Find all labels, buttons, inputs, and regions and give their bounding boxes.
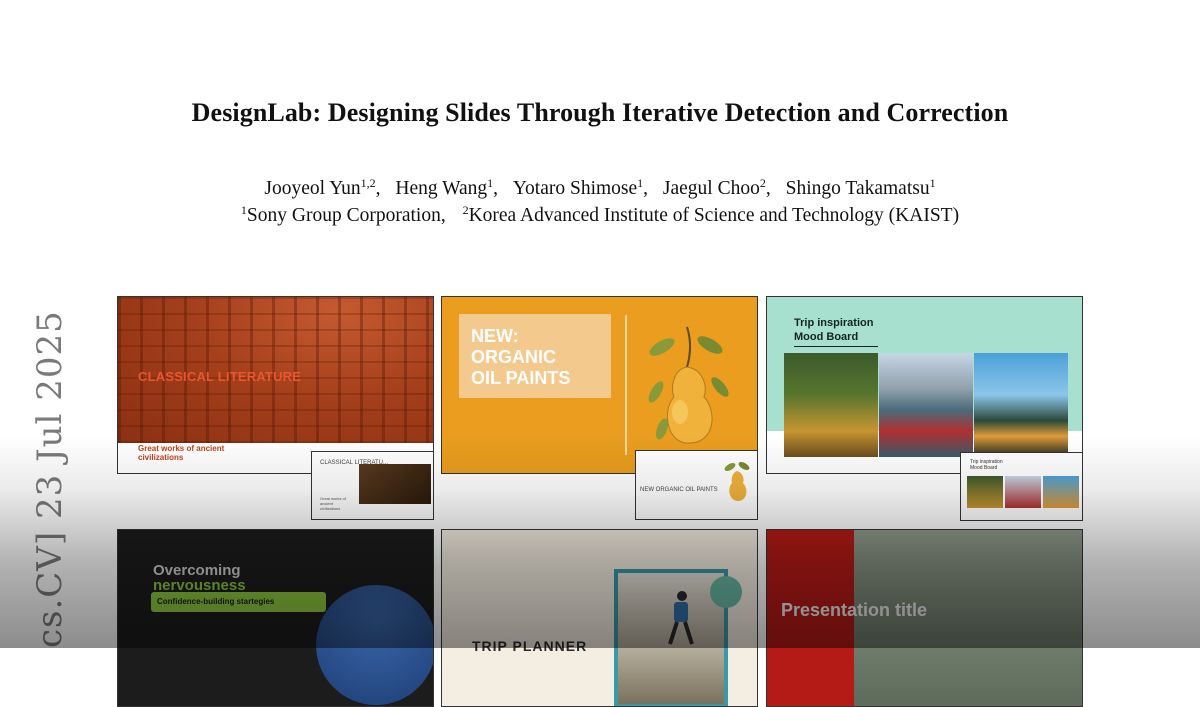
affiliation: 1Sony Group Corporation, <box>240 203 446 226</box>
author: Shingo Takamatsu1 <box>785 176 936 199</box>
thumbnail-title: Trip inspiration Mood Board <box>970 459 1003 471</box>
slide-trip-mood-board: Trip inspiration Mood Board <box>766 296 1083 474</box>
slide-trip-planner: TRIP PLANNER <box>441 529 758 707</box>
library-image <box>359 464 431 504</box>
corrected-thumbnail: CLASSICAL LITERATU... Great works of anc… <box>311 451 434 520</box>
author: Heng Wang1, <box>395 176 499 199</box>
corrected-thumbnail: NEW ORGANIC OIL PAINTS <box>635 450 758 520</box>
corrected-thumbnail: Trip inspiration Mood Board <box>960 452 1083 521</box>
author-list: Jooyeol Yun1,2, Heng Wang1, Yotaro Shimo… <box>0 176 1200 200</box>
photo-hiker <box>784 353 878 457</box>
pear-illustration-icon <box>648 326 729 444</box>
paper-title: DesignLab: Designing Slides Through Iter… <box>191 98 1009 127</box>
slide-title: Trip inspiration Mood Board <box>794 317 874 343</box>
photo-a-frame-cabin <box>974 353 1068 457</box>
hiker-icon <box>668 591 694 645</box>
photo-lake-canoes <box>1005 476 1041 508</box>
affiliation-list: 1Sony Group Corporation, 2Korea Advanced… <box>0 203 1200 227</box>
pear-illustration-icon <box>724 462 750 501</box>
slide-title: NEW: ORGANIC OIL PAINTS <box>471 326 571 388</box>
photo-a-frame-cabin <box>1043 476 1079 508</box>
subtitle-pill: Confidence-building startegies <box>151 592 326 612</box>
arxiv-stamp: cs.CV] 23 Jul 2025 <box>30 310 70 648</box>
author: Yotaro Shimose1, <box>512 176 649 199</box>
slide-organic-oil-paints: NEW: ORGANIC OIL PAINTS <box>441 296 758 474</box>
slide-classical-literature: CLASSICAL LITERATURE Great works of anci… <box>117 296 434 474</box>
title-underline <box>794 346 878 347</box>
slide-title: TRIP PLANNER <box>472 638 588 654</box>
affiliation: 2Korea Advanced Institute of Science and… <box>462 203 960 226</box>
photo-hiker <box>967 476 1003 508</box>
title-box: NEW: ORGANIC OIL PAINTS <box>459 314 611 398</box>
slide-overcoming-nervousness: Overcoming nervousness Confidence-buildi… <box>117 529 434 707</box>
slide-presentation-title: Presentation title <box>766 529 1083 707</box>
slide-title: CLASSICAL LITERATURE <box>138 369 302 384</box>
divider <box>625 315 627 455</box>
slide-subtitle: Great works of ancient civilizations <box>138 444 225 462</box>
thumbnail-title: NEW ORGANIC OIL PAINTS <box>640 487 718 493</box>
thumbnail-subtitle: Great works of ancient civilizations <box>320 496 347 511</box>
decor-circle <box>710 576 742 608</box>
slide-title: Presentation title <box>781 600 928 620</box>
author: Jaegul Choo2, <box>662 176 771 199</box>
author: Jooyeol Yun1,2, <box>264 176 381 199</box>
circle-image <box>316 585 433 705</box>
photo-lake-canoes <box>879 353 973 457</box>
